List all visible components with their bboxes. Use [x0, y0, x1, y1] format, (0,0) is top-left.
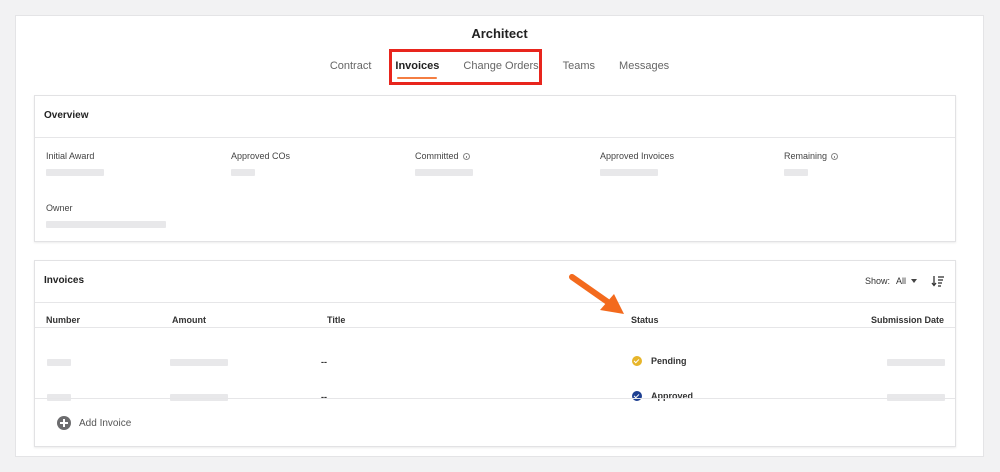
col-amount[interactable]: Amount	[172, 315, 206, 325]
field-label: Owner	[46, 203, 73, 213]
info-icon[interactable]	[462, 152, 470, 160]
tab-contract[interactable]: Contract	[318, 59, 384, 81]
add-icon	[57, 416, 71, 430]
col-submission-date[interactable]: Submission Date	[871, 315, 944, 325]
show-filter: Show: All	[865, 274, 945, 288]
overview-title: Overview	[35, 96, 955, 138]
add-invoice-label: Add Invoice	[79, 417, 132, 429]
show-select[interactable]: All	[896, 276, 917, 286]
field-committed: Committed	[415, 151, 473, 176]
col-number[interactable]: Number	[46, 315, 80, 325]
overview-card: Overview Initial Award Approved COs Comm…	[34, 95, 956, 242]
value-placeholder	[231, 169, 255, 176]
field-initial-award: Initial Award	[46, 151, 104, 176]
show-value: All	[895, 276, 906, 286]
show-label: Show:	[864, 276, 890, 286]
field-label: Approved Invoices	[600, 151, 675, 161]
value-placeholder	[600, 169, 658, 176]
tab-highlight-box	[389, 49, 542, 85]
table-row[interactable]: -- Pending	[35, 344, 955, 378]
value-placeholder	[784, 169, 808, 176]
app-frame: Architect Contract Invoices Change Order…	[15, 15, 984, 457]
invoices-card: Invoices Show: All Number Amount Title S…	[34, 260, 956, 447]
tab-teams[interactable]: Teams	[551, 59, 607, 81]
invoices-header: Invoices Show: All	[35, 261, 955, 303]
field-label: Committed	[415, 151, 459, 161]
info-icon[interactable]	[831, 152, 839, 160]
value-placeholder	[46, 169, 104, 176]
invoice-title: --	[321, 357, 327, 367]
table-header: Number Amount Title Status Submission Da…	[35, 304, 955, 328]
field-label: Approved COs	[231, 151, 291, 161]
field-remaining: Remaining	[784, 151, 839, 176]
value-placeholder	[46, 221, 166, 228]
field-approved-cos: Approved COs	[231, 151, 290, 176]
value-placeholder	[415, 169, 473, 176]
add-invoice-button[interactable]: Add Invoice	[35, 398, 955, 447]
field-label: Remaining	[784, 151, 828, 161]
invoices-title: Invoices	[44, 275, 85, 286]
annotation-arrow-icon	[569, 274, 624, 314]
page-title: Architect	[471, 26, 528, 41]
number-placeholder	[47, 359, 71, 366]
tab-messages[interactable]: Messages	[607, 59, 681, 81]
status-badge: Pending	[632, 356, 687, 366]
field-approved-invoices: Approved Invoices	[600, 151, 674, 176]
field-owner: Owner	[46, 203, 166, 228]
date-placeholder	[887, 359, 945, 366]
amount-placeholder	[170, 359, 228, 366]
status-label: Pending	[651, 356, 687, 366]
col-status[interactable]: Status	[631, 315, 659, 325]
field-label: Initial Award	[46, 151, 95, 161]
chevron-down-icon	[911, 279, 917, 283]
pending-status-icon	[632, 356, 642, 366]
col-title[interactable]: Title	[327, 315, 345, 325]
sort-icon[interactable]	[931, 274, 945, 288]
